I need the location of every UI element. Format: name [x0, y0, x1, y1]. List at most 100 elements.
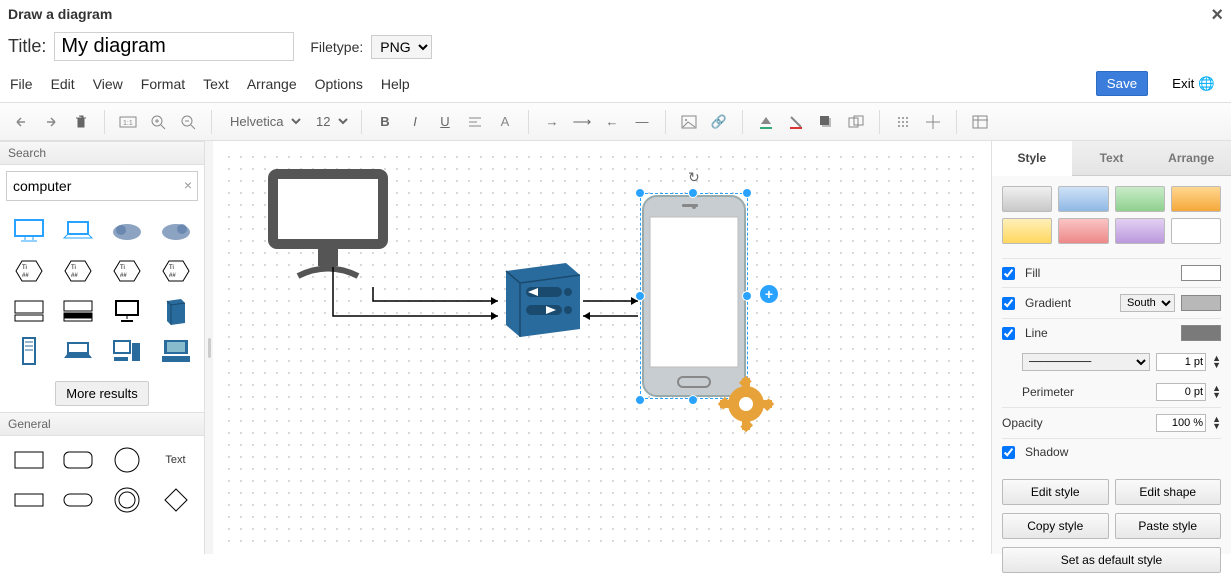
stepper-icon[interactable]: ▲▼ — [1212, 355, 1221, 369]
menu-format[interactable]: Format — [141, 76, 185, 92]
shape-hex-4[interactable]: Ti## — [153, 253, 198, 289]
zoom-in-icon[interactable] — [145, 109, 171, 135]
connector-icon[interactable]: ⟶ — [569, 109, 595, 135]
image-icon[interactable] — [676, 109, 702, 135]
swatch-orange[interactable] — [1171, 186, 1221, 212]
stepper-icon[interactable]: ▲▼ — [1212, 416, 1221, 430]
line-color-icon[interactable] — [783, 109, 809, 135]
line-color-chip[interactable] — [1181, 325, 1221, 341]
opacity-input[interactable] — [1156, 414, 1206, 432]
swatch-blue[interactable] — [1058, 186, 1108, 212]
guides-icon[interactable] — [920, 109, 946, 135]
layout-icon[interactable] — [967, 109, 993, 135]
shape-workstation[interactable] — [104, 333, 149, 369]
shape-pc-2[interactable] — [55, 293, 100, 329]
gradient-checkbox[interactable] — [1002, 297, 1015, 310]
shape-desktop[interactable] — [104, 293, 149, 329]
font-color-icon[interactable]: A — [492, 109, 518, 135]
fill-checkbox[interactable] — [1002, 267, 1015, 280]
close-icon[interactable]: × — [1211, 4, 1223, 27]
shape-laptop-blue[interactable] — [55, 213, 100, 249]
underline-icon[interactable]: U — [432, 109, 458, 135]
canvas-shape-gear[interactable] — [718, 376, 774, 435]
swatch-red[interactable] — [1058, 218, 1108, 244]
shape-monitor-blue[interactable] — [6, 213, 51, 249]
arrow-right-icon[interactable]: → — [539, 109, 565, 135]
paste-style-button[interactable]: Paste style — [1115, 513, 1222, 539]
save-button[interactable]: Save — [1096, 71, 1148, 96]
shadow-checkbox[interactable] — [1002, 446, 1015, 459]
fill-color-chip[interactable] — [1181, 265, 1221, 281]
swatch-green[interactable] — [1115, 186, 1165, 212]
line-checkbox[interactable] — [1002, 327, 1015, 340]
clear-search-icon[interactable]: × — [184, 177, 192, 193]
shape-rect-2[interactable] — [6, 482, 51, 518]
undo-icon[interactable] — [8, 109, 34, 135]
shape-hex-2[interactable]: Ti## — [55, 253, 100, 289]
shape-rounded-rect-2[interactable] — [55, 482, 100, 518]
font-select[interactable]: Helvetica — [222, 109, 304, 134]
gradient-color-chip[interactable] — [1181, 295, 1221, 311]
arrow-left-icon[interactable]: ← — [599, 109, 625, 135]
delete-icon[interactable] — [68, 109, 94, 135]
swatch-white[interactable] — [1171, 218, 1221, 244]
title-input[interactable] — [54, 32, 294, 61]
shape-circle[interactable] — [104, 442, 149, 478]
shape-hex-1[interactable]: Ti## — [6, 253, 51, 289]
tab-style[interactable]: Style — [992, 141, 1072, 176]
gradient-direction-select[interactable]: South — [1120, 294, 1175, 312]
swatch-yellow[interactable] — [1002, 218, 1052, 244]
splitter[interactable] — [205, 141, 213, 554]
shape-cloud-1[interactable] — [104, 213, 149, 249]
zoom-out-icon[interactable] — [175, 109, 201, 135]
edit-shape-button[interactable]: Edit shape — [1115, 479, 1222, 505]
exit-button[interactable]: Exit🌐 — [1166, 72, 1221, 96]
line-width-input[interactable] — [1156, 353, 1206, 371]
link-icon[interactable]: 🔗 — [706, 109, 732, 135]
shape-rack[interactable] — [6, 333, 51, 369]
filetype-select[interactable]: PNG — [371, 35, 432, 59]
set-default-style-button[interactable]: Set as default style — [1002, 547, 1221, 573]
shape-cloud-2[interactable] — [153, 213, 198, 249]
fill-color-icon[interactable] — [753, 109, 779, 135]
rotate-handle-icon[interactable]: ↻ — [688, 169, 700, 186]
shape-hex-3[interactable]: Ti## — [104, 253, 149, 289]
swatch-gray[interactable] — [1002, 186, 1052, 212]
overlap-icon[interactable] — [843, 109, 869, 135]
canvas-shape-server[interactable] — [498, 261, 588, 342]
copy-style-button[interactable]: Copy style — [1002, 513, 1109, 539]
line-icon[interactable]: — — [629, 109, 655, 135]
menu-edit[interactable]: Edit — [51, 76, 75, 92]
fit-icon[interactable]: 1:1 — [115, 109, 141, 135]
shape-rect[interactable] — [6, 442, 51, 478]
shape-pc-1[interactable] — [6, 293, 51, 329]
menu-file[interactable]: File — [10, 76, 33, 92]
menu-options[interactable]: Options — [315, 76, 363, 92]
shape-laptop-2[interactable] — [55, 333, 100, 369]
perimeter-input[interactable] — [1156, 383, 1206, 401]
menu-help[interactable]: Help — [381, 76, 410, 92]
more-results-button[interactable]: More results — [55, 381, 149, 406]
stepper-icon[interactable]: ▲▼ — [1212, 385, 1221, 399]
shadow-icon[interactable] — [813, 109, 839, 135]
fontsize-select[interactable]: 12 — [308, 109, 351, 134]
line-style-select[interactable]: ──────── — [1022, 353, 1150, 371]
canvas[interactable]: ↻ + — [213, 141, 991, 554]
menu-view[interactable]: View — [93, 76, 123, 92]
tab-text[interactable]: Text — [1072, 141, 1152, 176]
align-icon[interactable] — [462, 109, 488, 135]
shape-terminal[interactable] — [153, 333, 198, 369]
shape-diamond[interactable] — [153, 482, 198, 518]
shape-server-blue[interactable] — [153, 293, 198, 329]
shape-rounded-rect[interactable] — [55, 442, 100, 478]
redo-icon[interactable] — [38, 109, 64, 135]
shape-double-circle[interactable] — [104, 482, 149, 518]
search-input[interactable] — [6, 171, 198, 201]
menu-arrange[interactable]: Arrange — [247, 76, 297, 92]
shape-text[interactable]: Text — [153, 442, 198, 478]
add-connection-icon[interactable]: + — [760, 285, 778, 303]
menu-text[interactable]: Text — [203, 76, 229, 92]
bold-icon[interactable]: B — [372, 109, 398, 135]
grid-dots-icon[interactable] — [890, 109, 916, 135]
tab-arrange[interactable]: Arrange — [1151, 141, 1231, 176]
